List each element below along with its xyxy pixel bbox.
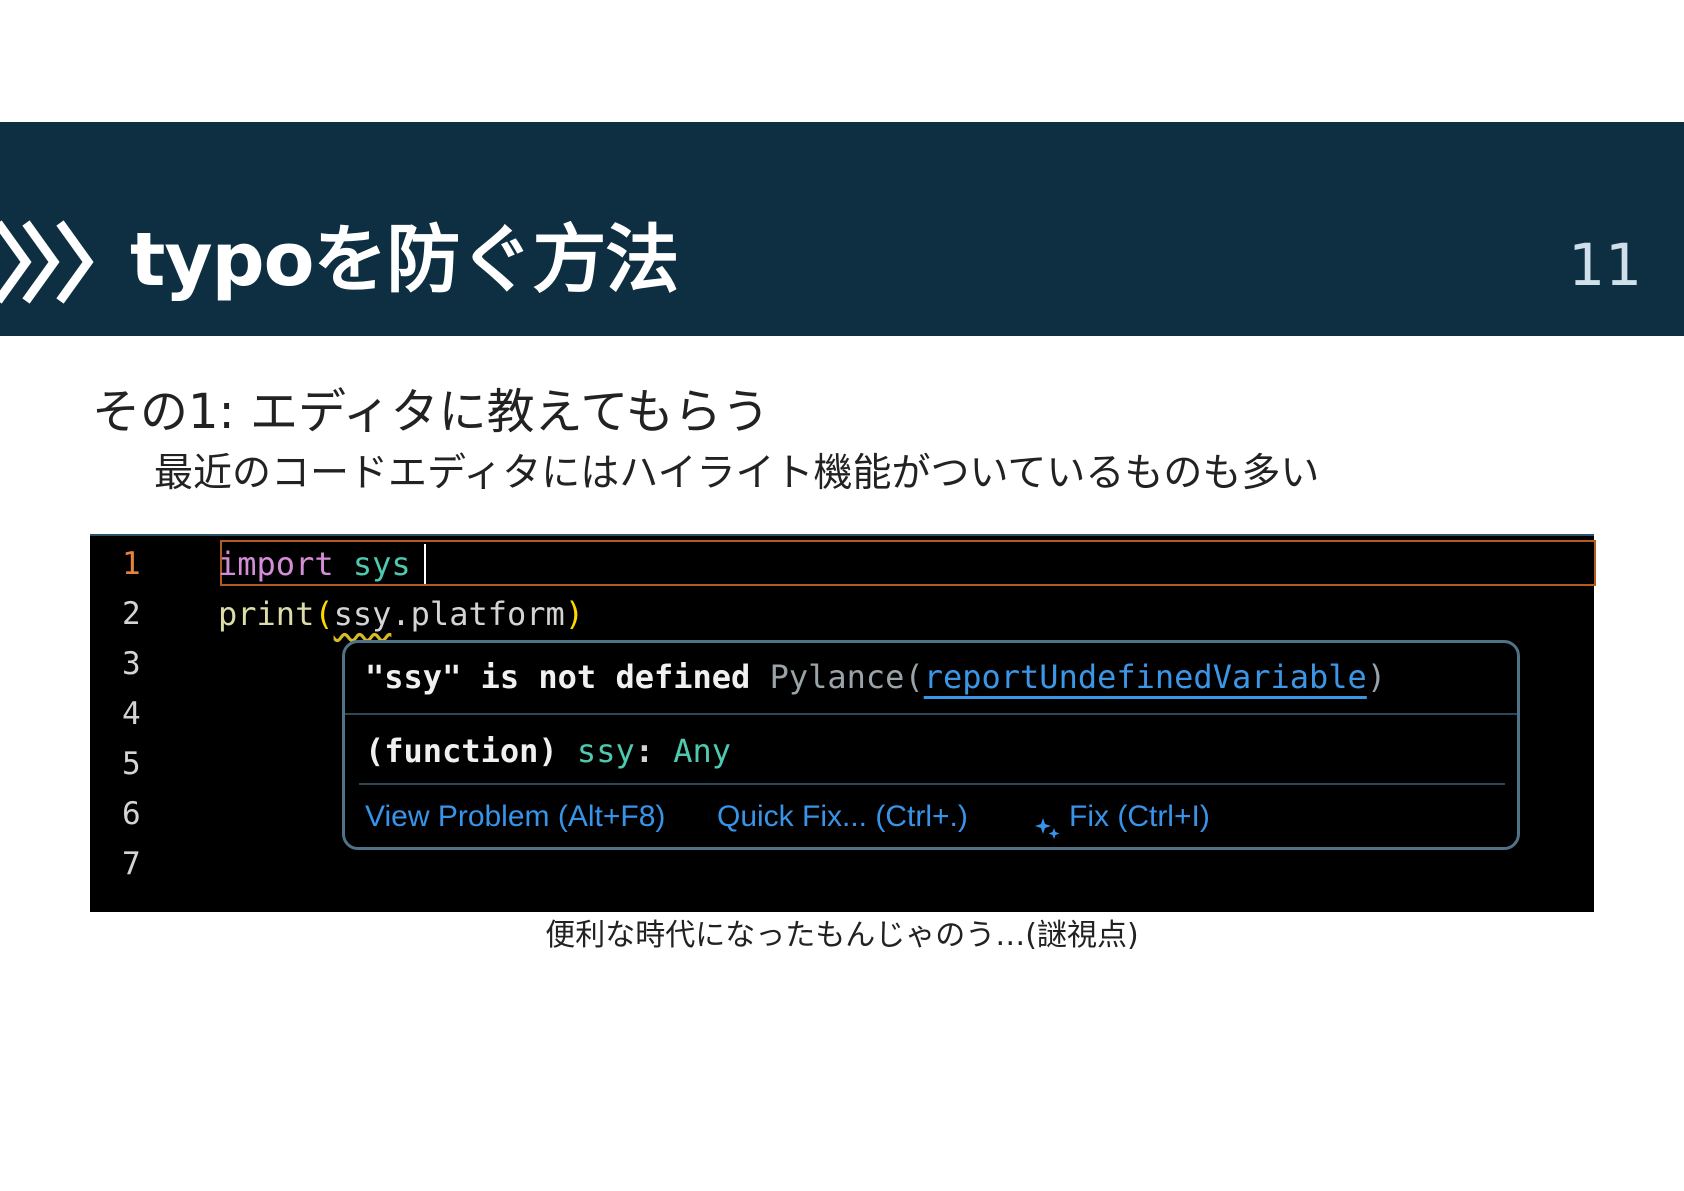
line-number: 7 <box>122 846 141 882</box>
hover-tooltip: "ssy" is not defined Pylance(reportUndef… <box>342 640 1520 850</box>
slide-title: typoを防ぐ方法 <box>130 217 679 303</box>
page-number: 11 <box>1568 231 1642 299</box>
section-description: 最近のコードエディタにはハイライト機能がついているものも多い <box>154 451 1320 496</box>
code-editor-screenshot: 1 2 3 4 5 6 7 import sys print(ssy.platf… <box>90 534 1596 912</box>
print-function: print <box>218 595 315 633</box>
quick-fix-link[interactable]: Quick Fix... (Ctrl+.) <box>717 793 968 841</box>
diagnostic-source: Pylance( <box>769 658 924 696</box>
import-keyword: import <box>218 545 334 583</box>
close-paren: ) <box>564 595 585 633</box>
chevron-right-icon <box>22 219 60 305</box>
signature-type: Any <box>673 732 732 770</box>
tooltip-divider <box>345 713 1517 715</box>
line-number: 6 <box>122 796 141 832</box>
code-line-1[interactable]: import sys <box>218 542 411 586</box>
line-number: 3 <box>122 646 141 682</box>
current-line-highlight <box>220 540 1596 586</box>
chevron-right-icon <box>56 219 94 305</box>
signature-name: ssy <box>576 732 635 770</box>
diagnostic-source-close: ) <box>1366 658 1387 696</box>
section-subtitle: その1: エディタに教えてもらう <box>92 384 770 440</box>
code-line-2[interactable]: print(ssy.platform) <box>218 592 584 636</box>
undefined-variable[interactable]: ssy <box>334 595 392 633</box>
view-problem-link[interactable]: View Problem (Alt+F8) <box>365 793 665 841</box>
line-number: 1 <box>122 546 141 582</box>
rule-link[interactable]: reportUndefinedVariable <box>924 658 1367 696</box>
sparkle-icon[interactable] <box>1035 807 1061 855</box>
line-number: 5 <box>122 746 141 782</box>
text-cursor <box>424 544 426 584</box>
signature-row: (function) ssy: Any <box>365 727 731 775</box>
diagnostic-message: "ssy" is not defined <box>365 658 751 696</box>
line-number: 2 <box>122 596 141 632</box>
attribute-access: .platform <box>391 595 565 633</box>
signature-kind: (function) <box>365 732 558 770</box>
line-number: 4 <box>122 696 141 732</box>
open-paren: ( <box>314 595 334 633</box>
signature-colon: : <box>634 732 654 770</box>
image-caption: 便利な時代になったもんじゃのう…(謎視点) <box>545 918 1139 953</box>
fix-link[interactable]: Fix (Ctrl+I) <box>1069 793 1210 841</box>
tooltip-divider <box>359 783 1505 785</box>
diagnostic-message-row: "ssy" is not defined Pylance(reportUndef… <box>365 653 1386 701</box>
module-name: sys <box>352 545 411 583</box>
